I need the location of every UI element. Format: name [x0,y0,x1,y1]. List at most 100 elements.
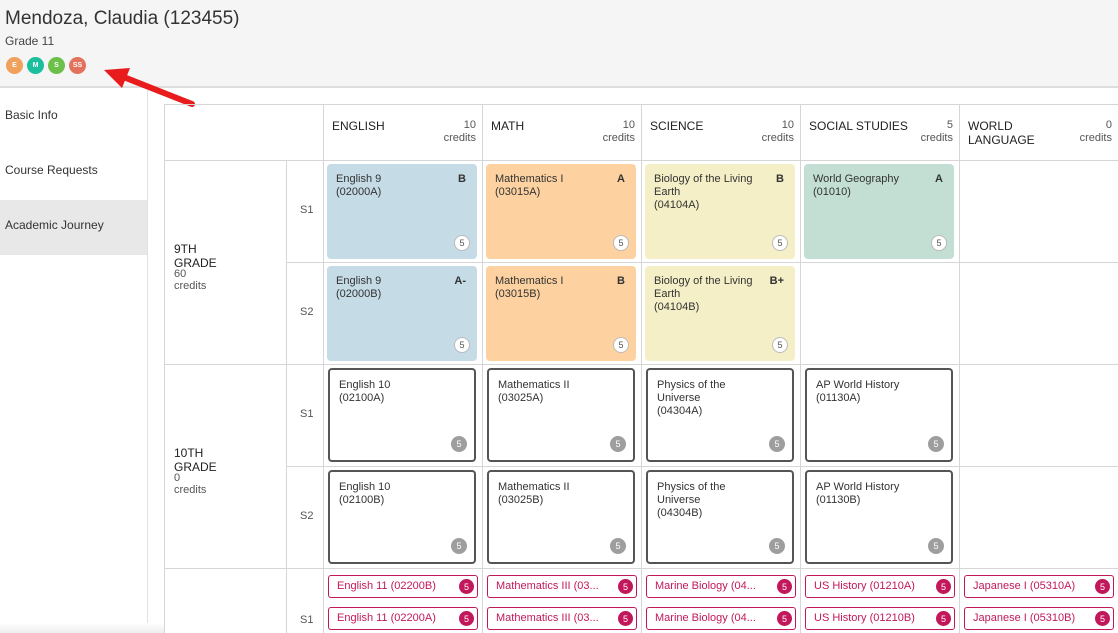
subject-header-science: SCIENCE 10 credits [642,104,800,160]
credits-badge: 5 [1095,611,1110,626]
course-title: Biology of the Living Earth [654,275,753,300]
credits-badge: 5 [451,436,467,452]
grade-9-credits: 60 credits [174,268,207,292]
credits-badge: 5 [451,538,467,554]
student-name: Mendoza, Claudia (123455) [5,8,240,29]
credits-badge: 5 [613,235,629,251]
course-title: English 10 [339,481,391,493]
course-card[interactable]: English 10 (02100B) 5 [328,470,476,564]
grade-9-title: 9TH GRADE [174,242,217,270]
course-request-label: Mathematics III (03... [496,580,599,592]
course-request-chip[interactable]: US History (01210B) 5 [805,607,955,630]
course-title: Mathematics I [495,173,564,185]
course-request-chip[interactable]: Marine Biology (04... 5 [646,575,796,598]
course-request-chip[interactable]: Japanese I (05310B) 5 [964,607,1114,630]
subject-credits: 10 credits [602,119,635,144]
science-badge[interactable]: S [48,57,65,74]
course-card[interactable]: Biology of the Living Earth (04104B) B+ … [645,266,795,361]
subject-header-english: ENGLISH 10 credits [324,104,482,160]
semester-label: S2 [300,306,314,318]
sidebar-item-academic-journey[interactable]: Academic Journey [0,200,147,255]
math-badge[interactable]: M [27,57,44,74]
course-grade: B [617,275,625,287]
subject-header-world-language: WORLD LANGUAGE 0 credits [960,104,1118,160]
course-card[interactable]: English 9 (02000A) B 5 [327,164,477,259]
credits-badge: 5 [618,579,633,594]
sidebar-item-basic-info[interactable]: Basic Info [0,90,147,145]
scroll-shadow [0,623,164,633]
credits-badge: 5 [777,579,792,594]
course-request-chip[interactable]: Mathematics III (03... 5 [487,575,637,598]
course-title: English 9 [336,275,382,287]
course-title: AP World History [816,481,900,493]
course-request-chip[interactable]: Mathematics III (03... 5 [487,607,637,630]
course-card[interactable]: Biology of the Living Earth (04104A) B 5 [645,164,795,259]
grid-line [641,104,642,633]
course-code: (03015B) [495,288,541,300]
semester-label: S1 [300,614,314,626]
grid-line [286,262,1118,263]
grade-10-title: 10TH GRADE [174,446,217,474]
subject-credits: 10 credits [443,119,476,144]
course-code: (01010) [813,186,851,198]
course-card[interactable]: Mathematics I (03015A) A 5 [486,164,636,259]
course-request-chip[interactable]: Japanese I (05310A) 5 [964,575,1114,598]
credits-badge: 5 [610,538,626,554]
credits-badge: 5 [931,235,947,251]
course-card[interactable]: English 10 (02100A) 5 [328,368,476,462]
credits-badge: 5 [613,337,629,353]
semester-label: S1 [300,408,314,420]
credits-badge: 5 [459,579,474,594]
course-title: Mathematics II [498,379,570,391]
semester-label: S2 [300,510,314,522]
course-request-label: Marine Biology (04... [655,612,756,624]
course-code: (04104B) [654,301,700,313]
subject-name: WORLD LANGUAGE [968,119,1035,147]
grid-line [323,104,324,633]
subject-name: ENGLISH [332,119,385,133]
english-badge[interactable]: E [6,57,23,74]
subject-name: SCIENCE [650,119,704,133]
course-title: Mathematics II [498,481,570,493]
grid-line [286,466,1118,467]
credits-badge: 5 [772,337,788,353]
credits-badge: 5 [936,579,951,594]
course-card[interactable]: Physics of the Universe (04304B) 5 [646,470,794,564]
course-code: (03025A) [498,392,544,404]
course-card[interactable]: World Geography (01010) A 5 [804,164,954,259]
course-request-label: Japanese I (05310B) [973,612,1076,624]
course-card[interactable]: Mathematics II (03025B) 5 [487,470,635,564]
course-title: World Geography [813,173,900,185]
credits-badge: 5 [769,538,785,554]
course-card[interactable]: AP World History (01130B) 5 [805,470,953,564]
grid-line [959,104,960,633]
course-code: (02000B) [336,288,382,300]
course-grade: A [935,173,943,185]
course-request-chip[interactable]: Marine Biology (04... 5 [646,607,796,630]
social-studies-badge[interactable]: SS [69,57,86,74]
credits-badge: 5 [454,337,470,353]
course-title: English 10 [339,379,391,391]
course-card[interactable]: Mathematics I (03015B) B 5 [486,266,636,361]
grid-line [800,104,801,633]
course-request-chip[interactable]: English 11 (02200B) 5 [328,575,478,598]
course-card[interactable]: AP World History (01130A) 5 [805,368,953,462]
course-code: (02100B) [339,494,385,506]
course-request-chip[interactable]: US History (01210A) 5 [805,575,955,598]
subject-header-social-studies: SOCIAL STUDIES 5 credits [801,104,959,160]
course-card[interactable]: Physics of the Universe (04304A) 5 [646,368,794,462]
course-code: (03025B) [498,494,544,506]
sidebar-item-course-requests[interactable]: Course Requests [0,145,147,200]
credits-badge: 5 [928,436,944,452]
grid-line [164,104,165,633]
course-request-chip[interactable]: English 11 (02200A) 5 [328,607,478,630]
course-card[interactable]: English 9 (02000B) A- 5 [327,266,477,361]
credits-badge: 5 [777,611,792,626]
grid-line [286,160,287,633]
course-card[interactable]: Mathematics II (03025A) 5 [487,368,635,462]
subject-header-math: MATH 10 credits [483,104,641,160]
semester-label: S1 [300,204,314,216]
course-grade: A- [454,275,466,287]
course-code: (01130A) [816,392,861,404]
grade-level: Grade 11 [5,34,55,48]
